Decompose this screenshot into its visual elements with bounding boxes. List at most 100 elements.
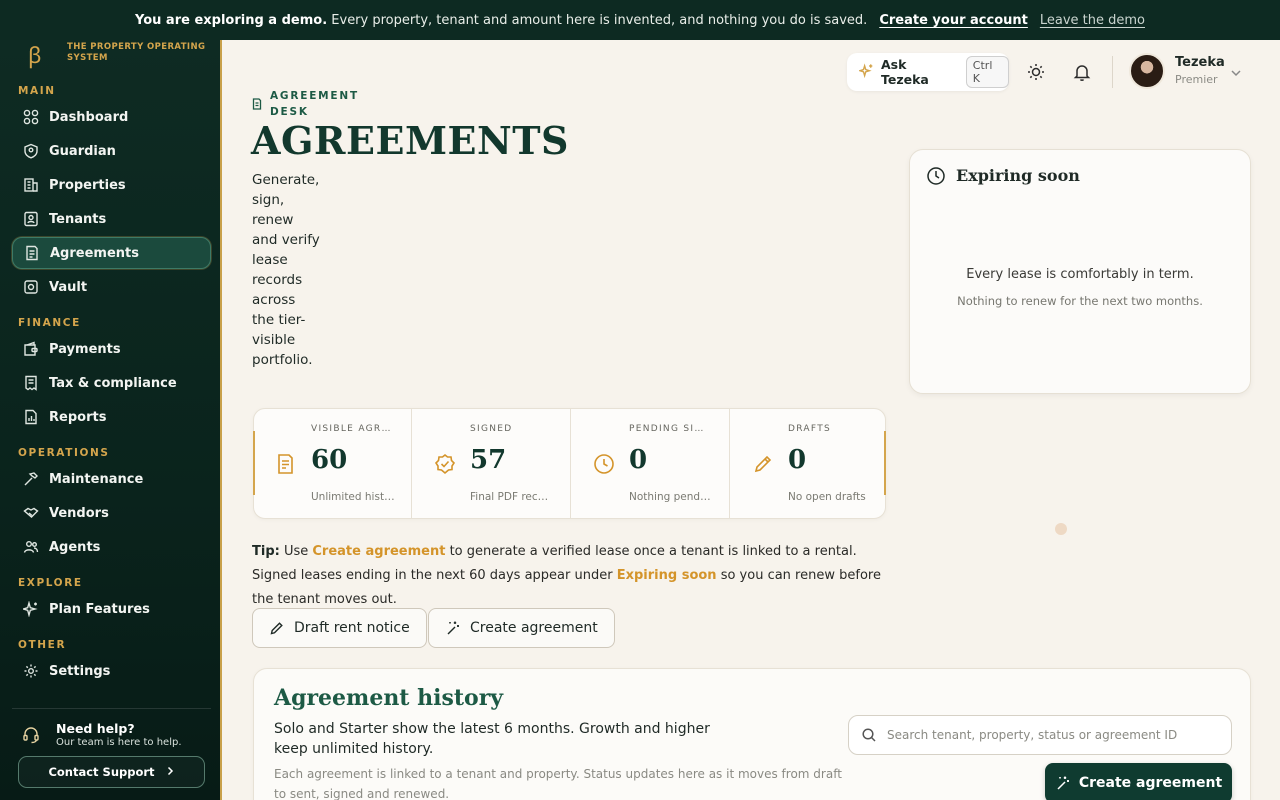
sidebar: ꞵ THE PROPERTY OPERATING SYSTEM MAIN Das…	[0, 40, 222, 800]
chevron-down-icon[interactable]	[1229, 65, 1243, 79]
sparkles-icon	[857, 62, 874, 82]
sidebar-item-tax[interactable]: Tax & compliance	[12, 367, 211, 399]
sidebar-item-properties[interactable]: Properties	[12, 169, 211, 201]
decorative-dot	[1055, 523, 1067, 535]
stat-drafts: DRAFTS 0 No open drafts	[731, 409, 889, 518]
stat-visible-agreements: VISIBLE AGREEMENTS 60 Unlimited history	[254, 409, 412, 518]
handshake-icon	[22, 504, 40, 522]
section-explore: EXPLORE	[18, 577, 83, 589]
magic-wand-icon	[445, 620, 461, 636]
stats-panel: VISIBLE AGREEMENTS 60 Unlimited history …	[253, 408, 886, 519]
tip-label: Tip:	[252, 544, 280, 559]
help-subtitle: Our team is here to help.	[56, 737, 182, 748]
contact-support-button[interactable]: Contact Support	[18, 756, 205, 788]
tip-text: Tip: Use Create agreement to generate a …	[252, 540, 892, 612]
section-operations: OPERATIONS	[18, 447, 110, 459]
bell-icon[interactable]	[1072, 62, 1092, 82]
sidebar-item-dashboard[interactable]: Dashboard	[12, 101, 211, 133]
report-icon	[22, 408, 40, 426]
sidebar-item-label: Plan Features	[49, 601, 150, 617]
banner-strong: You are exploring a demo.	[134, 12, 328, 28]
contact-support-label: Contact Support	[48, 765, 155, 779]
receipt-icon	[22, 374, 40, 392]
theme-toggle-sun-icon[interactable]	[1026, 62, 1046, 82]
expiring-soon-card: Expiring soon Every lease is comfortably…	[909, 149, 1251, 394]
ask-tezeka-button[interactable]: Ask Tezeka Ctrl K	[847, 53, 1009, 91]
ask-tezeka-label: Ask Tezeka	[881, 57, 929, 87]
stat-label: SIGNED	[470, 424, 513, 434]
id-card-icon	[22, 210, 40, 228]
create-account-link[interactable]: Create your account	[879, 13, 1028, 28]
search-input[interactable]	[887, 728, 1227, 742]
vault-icon	[22, 278, 40, 296]
document-icon	[275, 453, 297, 475]
headset-icon	[22, 726, 40, 744]
sidebar-item-agreements[interactable]: Agreements	[12, 237, 211, 269]
sidebar-divider	[12, 708, 211, 709]
hammer-icon	[22, 470, 40, 488]
stat-label: DRAFTS	[788, 424, 832, 434]
keyboard-shortcut: Ctrl K	[965, 56, 1009, 88]
tip-create-agreement-link[interactable]: Create agreement	[312, 544, 445, 559]
help-block: Need help? Our team is here to help.	[18, 720, 208, 752]
sidebar-item-tenants[interactable]: Tenants	[12, 203, 211, 235]
stat-value: 0	[788, 445, 807, 475]
page-subtitle: Generate, sign, renew and verify lease r…	[252, 172, 320, 368]
search-icon	[861, 727, 877, 743]
sidebar-item-label: Dashboard	[49, 109, 129, 125]
eyebrow-text: AGREEMENT DESK	[270, 90, 359, 118]
clock-icon	[593, 453, 615, 475]
sidebar-item-vendors[interactable]: Vendors	[12, 497, 211, 529]
stat-sub: Final PDF records	[470, 491, 554, 503]
sidebar-item-guardian[interactable]: Guardian	[12, 135, 211, 167]
sidebar-item-label: Agreements	[50, 245, 139, 261]
leave-demo-link[interactable]: Leave the demo	[1040, 13, 1145, 28]
create-agreement-label: Create agreement	[470, 620, 598, 636]
banner-text: Every property, tenant and amount here i…	[331, 12, 868, 28]
shield-icon	[22, 142, 40, 160]
help-title: Need help?	[56, 721, 135, 736]
history-note: Each agreement is linked to a tenant and…	[274, 767, 842, 800]
sidebar-item-label: Reports	[49, 409, 107, 425]
sidebar-item-label: Settings	[49, 663, 111, 679]
stat-sub: Nothing pending	[629, 491, 713, 503]
sidebar-item-maintenance[interactable]: Maintenance	[12, 463, 211, 495]
sidebar-item-vault[interactable]: Vault	[12, 271, 211, 303]
sidebar-item-payments[interactable]: Payments	[12, 333, 211, 365]
history-description: Solo and Starter show the latest 6 month…	[274, 721, 710, 757]
brand-name: THE PROPERTY OPERATING SYSTEM	[67, 42, 206, 63]
tip-part: Use	[279, 544, 313, 559]
section-other: OTHER	[18, 639, 67, 651]
create-agreement-primary-label: Create agreement	[1078, 775, 1223, 791]
sidebar-item-agents[interactable]: Agents	[12, 531, 211, 563]
gear-icon	[22, 662, 40, 680]
stat-value: 0	[629, 445, 648, 475]
stat-sub: No open drafts	[788, 491, 866, 503]
chevron-right-icon	[165, 765, 175, 779]
users-icon	[22, 538, 40, 556]
sidebar-item-label: Tenants	[49, 211, 107, 227]
create-agreement-button[interactable]: Create agreement	[428, 608, 615, 648]
sparkles-icon	[22, 600, 40, 618]
draft-rent-notice-button[interactable]: Draft rent notice	[252, 608, 427, 648]
stat-value: 57	[470, 445, 507, 475]
sidebar-item-settings[interactable]: Settings	[12, 655, 211, 687]
page-title: AGREEMENTS	[251, 118, 569, 163]
sidebar-item-plan-features[interactable]: Plan Features	[12, 593, 211, 625]
brand[interactable]: ꞵ THE PROPERTY OPERATING SYSTEM	[0, 40, 222, 80]
avatar[interactable]	[1129, 53, 1165, 89]
user-name[interactable]: Tezeka	[1175, 55, 1225, 70]
tip-expiring-soon-link[interactable]: Expiring soon	[617, 568, 717, 583]
document-icon	[23, 244, 41, 262]
building-icon	[22, 176, 40, 194]
magic-wand-icon	[1055, 775, 1071, 791]
stat-value: 60	[311, 445, 348, 475]
sidebar-item-label: Agents	[49, 539, 101, 555]
create-agreement-primary-button[interactable]: Create agreement	[1045, 763, 1232, 800]
sidebar-item-reports[interactable]: Reports	[12, 401, 211, 433]
search-box[interactable]	[848, 715, 1232, 755]
sidebar-item-label: Maintenance	[49, 471, 144, 487]
sidebar-item-label: Properties	[49, 177, 126, 193]
history-title: Agreement history	[274, 685, 504, 711]
sidebar-item-label: Tax & compliance	[49, 375, 177, 391]
